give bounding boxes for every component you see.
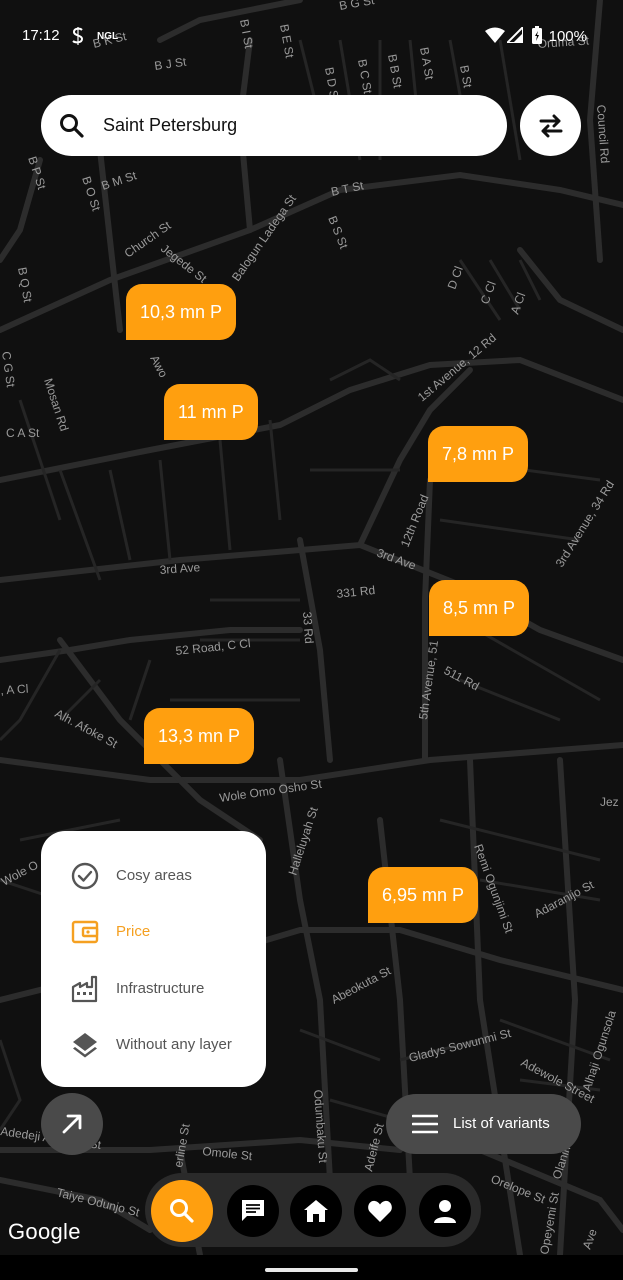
expand-button[interactable] — [41, 1093, 103, 1155]
layers-icon — [71, 1031, 99, 1059]
layer-label: Infrastructure — [116, 980, 205, 997]
street-label: d, A Cl — [0, 682, 29, 698]
chat-icon — [242, 1200, 264, 1221]
status-bar: 17:12 NGL 100% — [0, 0, 623, 70]
street-label: Taiye Odunjo St — [55, 1185, 141, 1219]
street-label: C Cl — [478, 279, 499, 306]
battery-percent: 100% — [548, 28, 587, 45]
swap-button[interactable] — [520, 95, 581, 156]
street-label: Awo — [147, 353, 170, 380]
street-label: Wole O — [0, 858, 41, 889]
street-label: D Cl — [445, 264, 466, 291]
arrow-up-right-icon — [62, 1114, 82, 1134]
layer-option-price[interactable]: Price — [41, 906, 266, 956]
street-label: 3rd Ave — [375, 546, 418, 573]
wallet-icon — [71, 918, 99, 946]
price-marker[interactable]: 10,3 mn P — [126, 284, 237, 340]
list-of-variants-button[interactable]: List of variants — [386, 1094, 581, 1154]
street-label: Gladys Sowunmi St — [407, 1026, 513, 1065]
price-marker[interactable]: 11 mn P — [164, 384, 258, 440]
status-time: 17:12 — [22, 27, 60, 44]
street-label: Abeokuta St — [329, 963, 394, 1006]
street-label: 52 Road, C Cl — [175, 636, 251, 658]
search-bar[interactable]: Saint Petersburg — [41, 95, 507, 156]
street-label: Jez — [600, 795, 619, 809]
street-label: 3rd Avenue, 34 Rd — [553, 478, 617, 570]
layer-panel: Cosy areas Price Infrastructure Without … — [41, 831, 266, 1087]
street-label: B S St — [325, 214, 351, 251]
person-icon — [434, 1200, 456, 1223]
street-label: Ave — [580, 1227, 600, 1251]
price-marker[interactable]: 6,95 mn P — [368, 867, 479, 923]
street-label: Balogun Ladega St — [229, 192, 299, 284]
swap-arrows-icon — [539, 114, 563, 138]
heart-icon — [368, 1200, 392, 1222]
notification-s-icon — [71, 27, 85, 48]
search-icon — [59, 113, 85, 139]
street-label: 33 Rd — [300, 611, 316, 644]
layer-label: Cosy areas — [116, 867, 192, 884]
layer-label: Without any layer — [116, 1036, 232, 1053]
layer-label: Price — [116, 923, 151, 940]
layer-option-infrastructure[interactable]: Infrastructure — [41, 963, 266, 1013]
street-label: B M St — [100, 168, 139, 193]
google-logo: Google — [8, 1219, 81, 1244]
list-button-label: List of variants — [453, 1115, 550, 1132]
nav-home-button[interactable] — [290, 1185, 342, 1237]
ngl-icon: NGL — [97, 31, 119, 42]
nav-chat-button[interactable] — [227, 1185, 279, 1237]
street-label: Council Rd — [594, 104, 612, 164]
street-label: Alh. Afoke St — [53, 706, 121, 751]
street-label: C G St — [0, 350, 18, 388]
factory-icon — [71, 975, 99, 1003]
layer-option-without-layer[interactable]: Without any layer — [41, 1019, 266, 1069]
search-icon — [170, 1199, 194, 1223]
price-marker[interactable]: 13,3 mn P — [144, 708, 255, 764]
nav-favorites-button[interactable] — [354, 1185, 406, 1237]
battery-icon — [532, 26, 542, 47]
street-label: Omole St — [202, 1144, 254, 1163]
nav-profile-button[interactable] — [419, 1185, 471, 1237]
check-circle-icon — [71, 862, 99, 890]
street-label: Mosan Rd — [41, 377, 71, 433]
street-label: 331 Rd — [336, 583, 376, 601]
street-label: B T St — [330, 178, 366, 199]
street-label: B Q St — [15, 266, 35, 304]
street-label: 5th Avenue, 51 — [416, 639, 441, 720]
menu-icon — [412, 1114, 438, 1134]
signal-icon — [504, 24, 524, 46]
nav-search-button[interactable] — [151, 1180, 213, 1242]
price-marker[interactable]: 8,5 mn P — [429, 580, 530, 636]
street-label: 3rd Ave — [159, 560, 201, 577]
home-icon — [304, 1200, 328, 1222]
layer-option-cosy-areas[interactable]: Cosy areas — [41, 850, 266, 900]
home-indicator[interactable] — [265, 1268, 358, 1272]
street-label: C A St — [6, 426, 40, 440]
bottom-nav — [145, 1173, 481, 1247]
price-marker[interactable]: 7,8 mn P — [428, 426, 529, 482]
wifi-icon — [485, 27, 505, 46]
street-label: 511 Rd — [442, 663, 482, 693]
search-input[interactable]: Saint Petersburg — [103, 115, 237, 136]
street-label: B P St — [25, 155, 49, 192]
